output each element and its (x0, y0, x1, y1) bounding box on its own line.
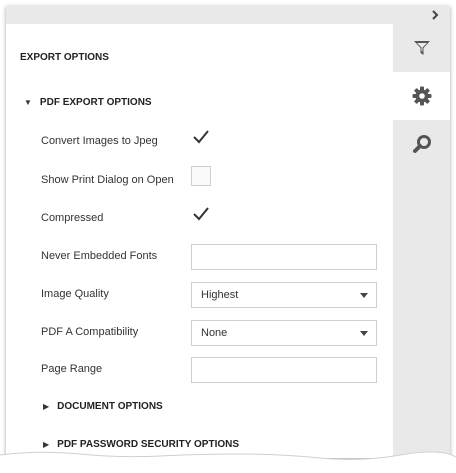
page-range-input[interactable] (191, 357, 377, 383)
convert-images-label: Convert Images to Jpeg (41, 135, 158, 147)
export-options-window: EXPORT OPTIONS ▼ PDF EXPORT OPTIONS Conv… (6, 6, 450, 458)
dropdown-caret-icon (360, 331, 368, 336)
side-tab-bar (393, 24, 450, 168)
search-icon (412, 135, 431, 153)
pdfa-compatibility-select[interactable]: None (191, 320, 377, 346)
gear-icon (412, 86, 431, 106)
collapsed-triangle-icon: ▶ (43, 402, 50, 411)
never-embedded-fonts-label: Never Embedded Fonts (41, 250, 158, 262)
compressed-checkbox[interactable] (191, 204, 211, 224)
checkmark-icon (193, 207, 209, 221)
tab-settings[interactable] (393, 72, 450, 120)
show-print-dialog-checkbox[interactable] (191, 166, 211, 186)
pdf-export-options-header[interactable]: ▼ PDF EXPORT OPTIONS (24, 97, 152, 108)
expanded-triangle-icon: ▼ (24, 98, 32, 107)
page-range-label: Page Range (41, 363, 103, 375)
checkmark-icon (193, 130, 209, 144)
options-panel: EXPORT OPTIONS ▼ PDF EXPORT OPTIONS Conv… (6, 24, 393, 458)
never-embedded-fonts-input[interactable] (191, 244, 377, 270)
image-quality-label: Image Quality (41, 288, 109, 300)
tab-search[interactable] (393, 120, 450, 168)
torn-edge-decoration (0, 451, 456, 473)
image-quality-select[interactable]: Highest (191, 282, 377, 308)
document-options-header[interactable]: ▶ DOCUMENT OPTIONS (43, 401, 163, 412)
chevron-right-icon[interactable] (428, 8, 442, 22)
pdfa-compatibility-value: None (201, 327, 228, 339)
panel-title: EXPORT OPTIONS (20, 52, 109, 63)
tab-filter[interactable] (393, 24, 450, 72)
section-label: PDF EXPORT OPTIONS (39, 97, 152, 108)
dropdown-caret-icon (360, 293, 368, 298)
section-label: DOCUMENT OPTIONS (57, 401, 163, 412)
compressed-label: Compressed (41, 212, 104, 224)
filter-icon (413, 41, 430, 55)
image-quality-value: Highest (201, 289, 239, 301)
convert-images-checkbox[interactable] (191, 127, 211, 147)
pdfa-compatibility-label: PDF A Compatibility (41, 326, 139, 338)
show-print-dialog-label: Show Print Dialog on Open (41, 174, 174, 186)
